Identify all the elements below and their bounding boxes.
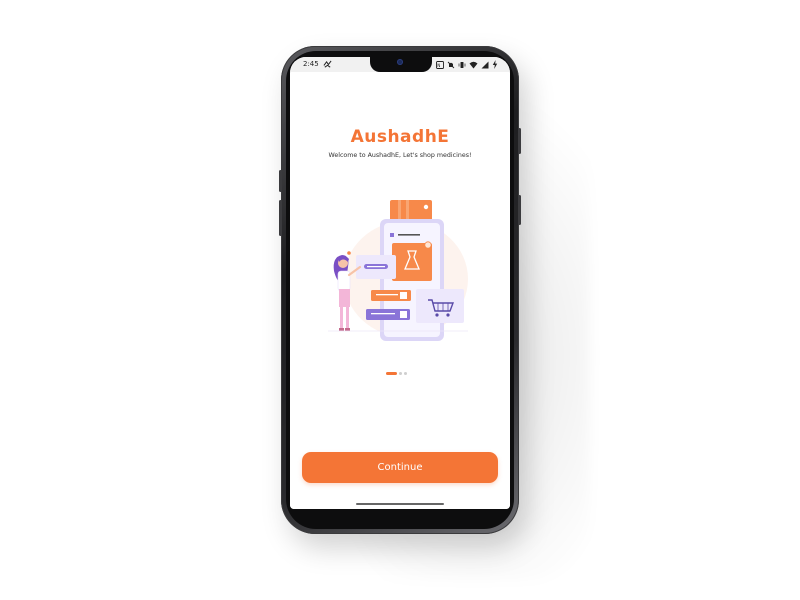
online-shopping-illustration	[328, 200, 468, 341]
home-indicator[interactable]	[356, 503, 444, 505]
credit-card-graphic	[390, 200, 432, 222]
battery-charging-icon	[492, 60, 498, 69]
page-dot[interactable]	[404, 371, 407, 375]
power-button	[518, 195, 521, 225]
page-dot-active[interactable]	[386, 371, 397, 375]
alert-slider	[518, 128, 521, 154]
display-notch	[370, 57, 432, 72]
signal-icon	[481, 61, 489, 68]
welcome-subtitle: Welcome to AushadhE, Let's shop medicine…	[328, 152, 472, 159]
volume-down-button	[279, 200, 282, 236]
nfc-icon: N	[436, 60, 444, 69]
volume-up-button	[279, 170, 282, 192]
gesture-bar	[290, 500, 510, 509]
front-camera	[397, 59, 403, 65]
stage: 2:45 N AushadhE Welcome to AushadhE, Let…	[0, 0, 800, 600]
page-dot[interactable]	[399, 371, 402, 375]
mute-icon	[447, 61, 455, 68]
status-time: 2:45	[303, 60, 319, 68]
continue-button[interactable]: Continue	[302, 452, 498, 483]
svg-text:N: N	[437, 63, 440, 68]
app-title: AushadhE	[350, 127, 450, 147]
notification-icon	[323, 60, 332, 68]
app-screen: 2:45 N AushadhE Welcome to AushadhE, Let…	[290, 57, 510, 509]
wifi-icon	[469, 61, 478, 68]
page-indicator	[386, 371, 407, 375]
status-icons: N	[436, 60, 498, 69]
vibrate-icon	[458, 61, 466, 68]
cart-card	[416, 289, 464, 323]
dress-product-card	[392, 243, 432, 281]
